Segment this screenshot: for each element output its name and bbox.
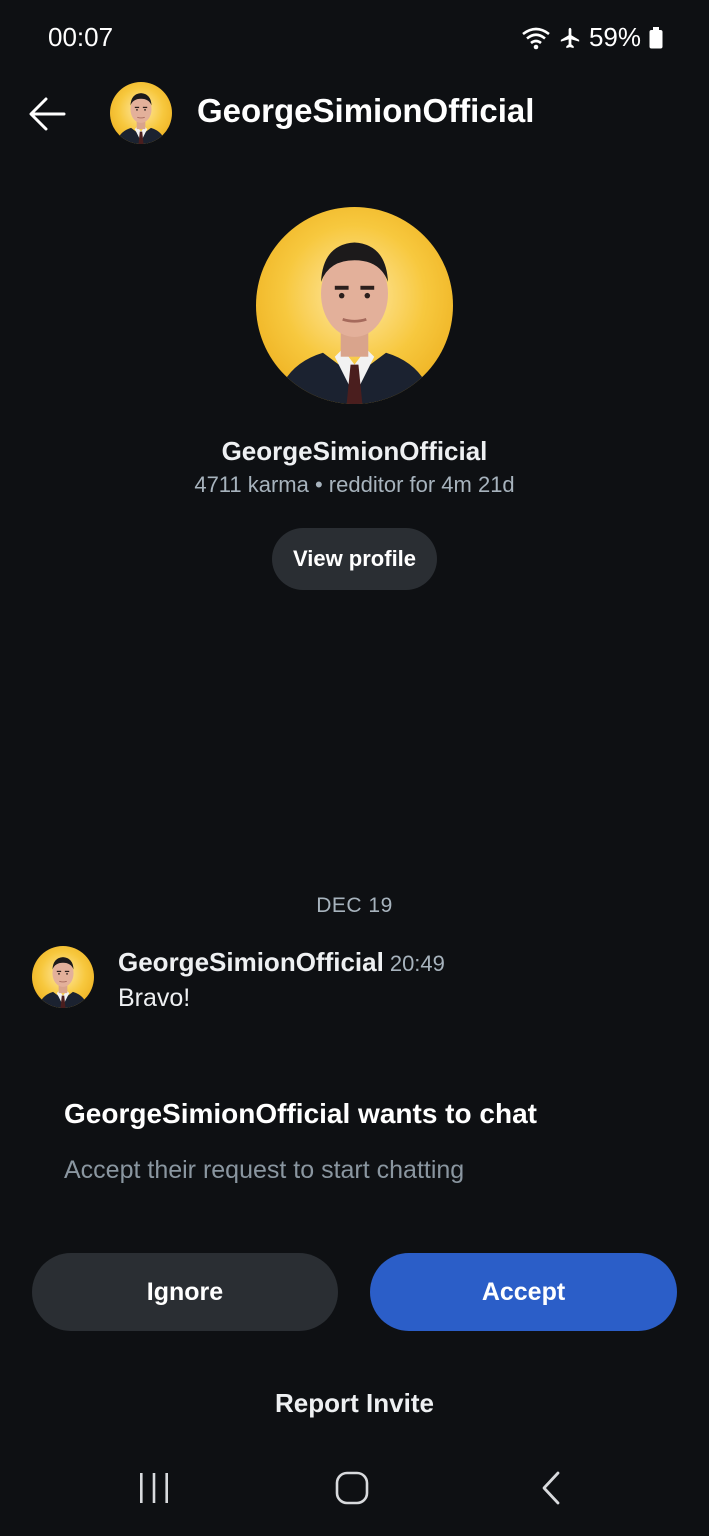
battery-icon: [649, 26, 663, 49]
date-divider: DEC 19: [316, 894, 393, 917]
chevron-left-icon: [542, 1471, 560, 1505]
message-avatar[interactable]: [32, 946, 94, 1008]
back-button[interactable]: [26, 92, 70, 136]
accept-button[interactable]: Accept: [370, 1253, 677, 1331]
message-author-name: GeorgeSimionOfficial: [118, 947, 384, 977]
wifi-icon: [521, 26, 551, 50]
recents-icon: [140, 1473, 168, 1503]
message-time: 20:49: [389, 951, 445, 976]
home-icon: [335, 1471, 369, 1505]
airplane-icon: [559, 27, 581, 49]
request-title: GeorgeSimionOfficial wants to chat: [64, 1098, 537, 1129]
profile-meta: 4711 karma • redditor for 4m 21d: [194, 472, 515, 497]
profile-name: GeorgeSimionOfficial: [221, 436, 488, 466]
status-time: 00:07: [48, 22, 114, 52]
view-profile-button[interactable]: View profile: [272, 528, 437, 590]
message-author: GeorgeSimionOfficial 20:49: [118, 947, 445, 978]
recents-button[interactable]: [136, 1470, 172, 1506]
nav-back-button[interactable]: [536, 1470, 566, 1506]
header-avatar[interactable]: [110, 82, 172, 144]
request-subtitle: Accept their request to start chatting: [64, 1156, 465, 1184]
report-invite-link[interactable]: Report Invite: [0, 1388, 709, 1419]
message-text: Bravo!: [118, 984, 191, 1012]
status-icons: 59%: [521, 22, 663, 53]
profile-avatar: [256, 207, 453, 404]
ignore-button[interactable]: Ignore: [32, 1253, 338, 1331]
header-title: GeorgeSimionOfficial: [197, 92, 535, 129]
home-button[interactable]: [334, 1470, 370, 1506]
battery-percent: 59%: [588, 22, 641, 52]
arrow-left-icon: [29, 97, 66, 131]
